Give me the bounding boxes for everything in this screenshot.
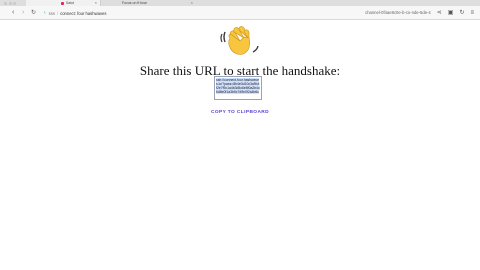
share-url-text: ssh://connect-four.hashwaves.io/?pass=8b…	[216, 78, 260, 94]
extensions-icon[interactable]: ▣	[448, 9, 454, 16]
back-icon[interactable]: ‹	[12, 9, 14, 17]
share-url-field[interactable]: ssh://connect-four.hashwaves.io/?pass=8b…	[214, 76, 262, 100]
forward-icon[interactable]: ›	[22, 9, 24, 17]
toolbar-right: channel-0f4ae8c0e-b-co-nde-5de-4 ⋖ ▣ ↻ ≡	[365, 9, 474, 17]
address-bar[interactable]: ‹ sss / connect: four hashwaves	[44, 9, 362, 17]
refresh-icon[interactable]: ↻	[459, 9, 464, 16]
window-controls[interactable]	[4, 1, 16, 5]
tab-favicon-icon	[61, 1, 64, 5]
toolbar-right-text: channel-0f4ae8c0e-b-co-nde-5de-4	[365, 10, 431, 15]
share-menu-icon[interactable]: ⋖	[437, 9, 442, 16]
copy-to-clipboard-button[interactable]: COPY TO CLIPBOARD	[0, 110, 480, 115]
url-path: connect: four hashwaves	[60, 10, 107, 16]
waving-hand-icon	[220, 24, 260, 60]
url-host: sss	[48, 10, 55, 16]
share-icon: ‹	[44, 10, 46, 16]
browser-toolbar: ‹ › ↻ ‹ sss / connect: four hashwaves ch…	[0, 6, 480, 20]
menu-icon[interactable]: ≡	[470, 10, 474, 16]
reload-icon[interactable]: ↻	[31, 9, 36, 17]
